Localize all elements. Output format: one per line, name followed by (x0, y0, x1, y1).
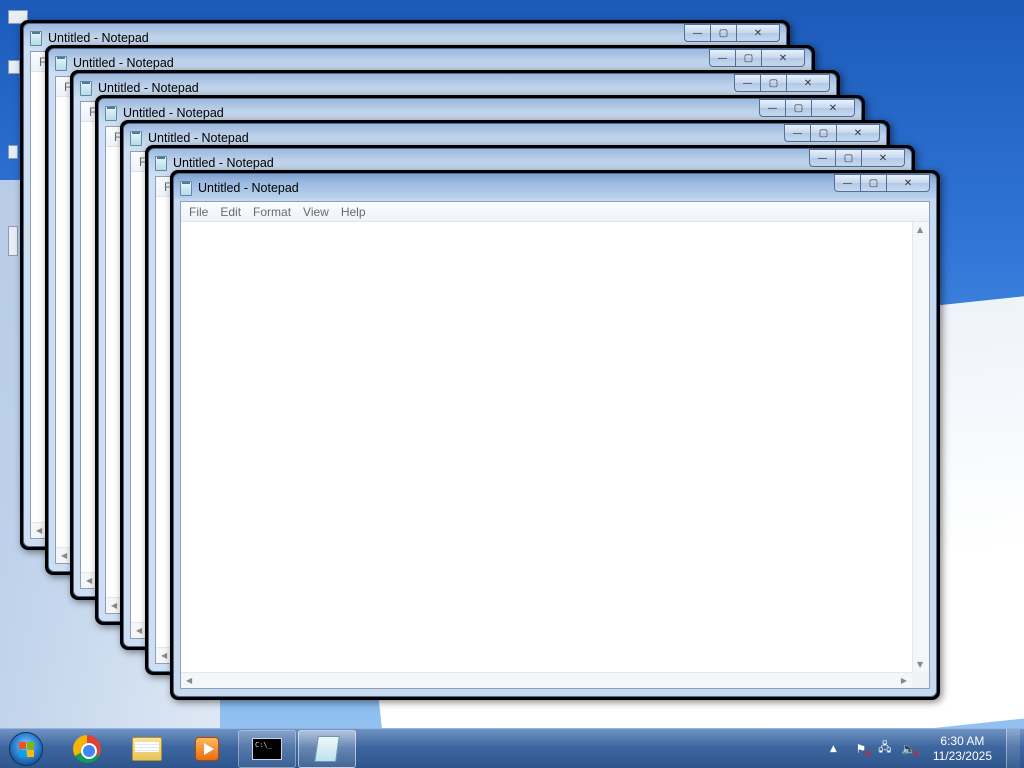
maximize-button[interactable]: ▢ (860, 174, 886, 192)
window-client-area: File Edit Format View Help ▲ ▼ ◀ ▶ (180, 201, 930, 689)
clock[interactable]: 6:30 AM 11/23/2025 (933, 734, 992, 764)
minimize-button[interactable]: — (734, 74, 760, 92)
menu-view[interactable]: View (297, 205, 335, 219)
minimize-button[interactable]: — (809, 149, 835, 167)
minimize-button[interactable]: — (709, 49, 735, 67)
system-tray: ▲ ⚑ ✕ 🖧 🔈 ✕ 6:30 AM 11/23/2025 (830, 728, 1024, 768)
caption-buttons: — ▢ ✕ (834, 174, 930, 193)
clock-date: 11/23/2025 (932, 748, 992, 763)
close-button[interactable]: ✕ (886, 174, 930, 192)
action-center-icon[interactable]: ⚑ ✕ (853, 741, 871, 760)
show-desktop-button[interactable] (1006, 728, 1020, 768)
menu-format[interactable]: Format (247, 205, 297, 219)
notepad-icon[interactable] (55, 55, 67, 71)
window-title: Untitled - Notepad (123, 106, 224, 120)
notepad-icon[interactable] (30, 30, 42, 46)
scroll-left-arrow-icon[interactable]: ◀ (136, 626, 142, 635)
desktop-icon[interactable] (8, 145, 18, 159)
close-button[interactable]: ✕ (811, 99, 855, 117)
volume-muted-icon[interactable]: 🔈 ✕ (901, 741, 919, 760)
scroll-right-arrow-icon[interactable]: ▶ (901, 676, 907, 685)
notepad-icon[interactable] (180, 180, 192, 196)
maximize-button[interactable]: ▢ (760, 74, 786, 92)
scroll-up-arrow-icon[interactable]: ▲ (917, 225, 923, 234)
window-title: Untitled - Notepad (48, 31, 149, 45)
maximize-button[interactable]: ▢ (835, 149, 861, 167)
notepad-icon[interactable] (130, 130, 142, 146)
close-button[interactable]: ✕ (836, 124, 880, 142)
taskbar-media-player-button[interactable] (178, 730, 236, 768)
caption-buttons: — ▢ ✕ (759, 99, 855, 118)
taskbar-cmd-button[interactable]: C:\_ (238, 729, 296, 768)
folder-icon (132, 736, 162, 761)
window-title: Untitled - Notepad (198, 181, 299, 195)
taskbar-chrome-button[interactable] (58, 730, 116, 768)
scroll-left-arrow-icon[interactable]: ◀ (36, 526, 42, 535)
scroll-left-arrow-icon[interactable]: ◀ (61, 551, 67, 560)
caption-buttons: — ▢ ✕ (809, 149, 905, 168)
close-button[interactable]: ✕ (736, 24, 780, 42)
scroll-left-arrow-icon[interactable]: ◀ (186, 676, 192, 685)
notepad-icon[interactable] (80, 80, 92, 96)
minimize-button[interactable]: — (759, 99, 785, 117)
notepad-icon[interactable] (155, 155, 167, 171)
taskbar-explorer-button[interactable] (118, 730, 176, 768)
minimize-button[interactable]: — (784, 124, 810, 142)
caption-buttons: — ▢ ✕ (734, 74, 830, 93)
menu-bar: File Edit Format View Help (181, 202, 929, 222)
maximize-button[interactable]: ▢ (785, 99, 811, 117)
caption-buttons: — ▢ ✕ (684, 24, 780, 43)
close-button[interactable]: ✕ (861, 149, 905, 167)
taskbar-notepad-button[interactable] (298, 729, 356, 768)
window-title: Untitled - Notepad (173, 156, 274, 170)
title-bar[interactable]: Untitled - Notepad (180, 178, 299, 198)
window-title: Untitled - Notepad (73, 56, 174, 70)
maximize-button[interactable]: ▢ (735, 49, 761, 67)
window-frame: Untitled - Notepad — ▢ ✕ File Edit Format View H… (173, 173, 937, 697)
notepad-icon (314, 735, 340, 762)
text-editor-area[interactable] (181, 222, 912, 672)
menu-edit[interactable]: Edit (214, 205, 247, 219)
close-button[interactable]: ✕ (786, 74, 830, 92)
caption-buttons: — ▢ ✕ (784, 124, 880, 143)
desktop-icon[interactable] (8, 60, 20, 74)
maximize-button[interactable]: ▢ (710, 24, 736, 42)
taskbar: C:\_ ▲ ⚑ ✕ 🖧 🔈 ✕ 6:30 AM 11/23/2025 (0, 728, 1024, 768)
scroll-down-arrow-icon[interactable]: ▼ (917, 660, 923, 669)
window-title: Untitled - Notepad (98, 81, 199, 95)
horizontal-scrollbar[interactable]: ◀▶ (181, 672, 912, 688)
network-icon[interactable]: 🖧 (877, 740, 893, 757)
caption-buttons: — ▢ ✕ (709, 49, 805, 68)
chrome-icon (73, 734, 101, 763)
minimize-button[interactable]: — (684, 24, 710, 42)
menu-file[interactable]: File (183, 205, 214, 219)
scroll-left-arrow-icon[interactable]: ◀ (86, 576, 92, 585)
show-hidden-icons-button[interactable]: ▲ (830, 744, 837, 754)
close-button[interactable]: ✕ (761, 49, 805, 67)
scroll-left-arrow-icon[interactable]: ◀ (161, 651, 167, 660)
maximize-button[interactable]: ▢ (810, 124, 836, 142)
scrollbar-corner (912, 672, 929, 688)
menu-help[interactable]: Help (335, 205, 372, 219)
windows-logo-icon (9, 731, 43, 766)
command-prompt-icon: C:\_ (252, 737, 282, 760)
desktop-icon[interactable] (8, 226, 18, 256)
notepad-icon[interactable] (105, 105, 117, 121)
clock-time: 6:30 AM (940, 733, 985, 748)
media-player-icon (195, 736, 219, 761)
window-title: Untitled - Notepad (148, 131, 249, 145)
start-button[interactable] (6, 729, 46, 768)
scroll-left-arrow-icon[interactable]: ◀ (111, 601, 117, 610)
vertical-scrollbar[interactable]: ▲▼ (912, 222, 929, 672)
notepad-window-active[interactable]: Untitled - Notepad — ▢ ✕ File Edit Format View H… (170, 170, 940, 700)
minimize-button[interactable]: — (834, 174, 860, 192)
